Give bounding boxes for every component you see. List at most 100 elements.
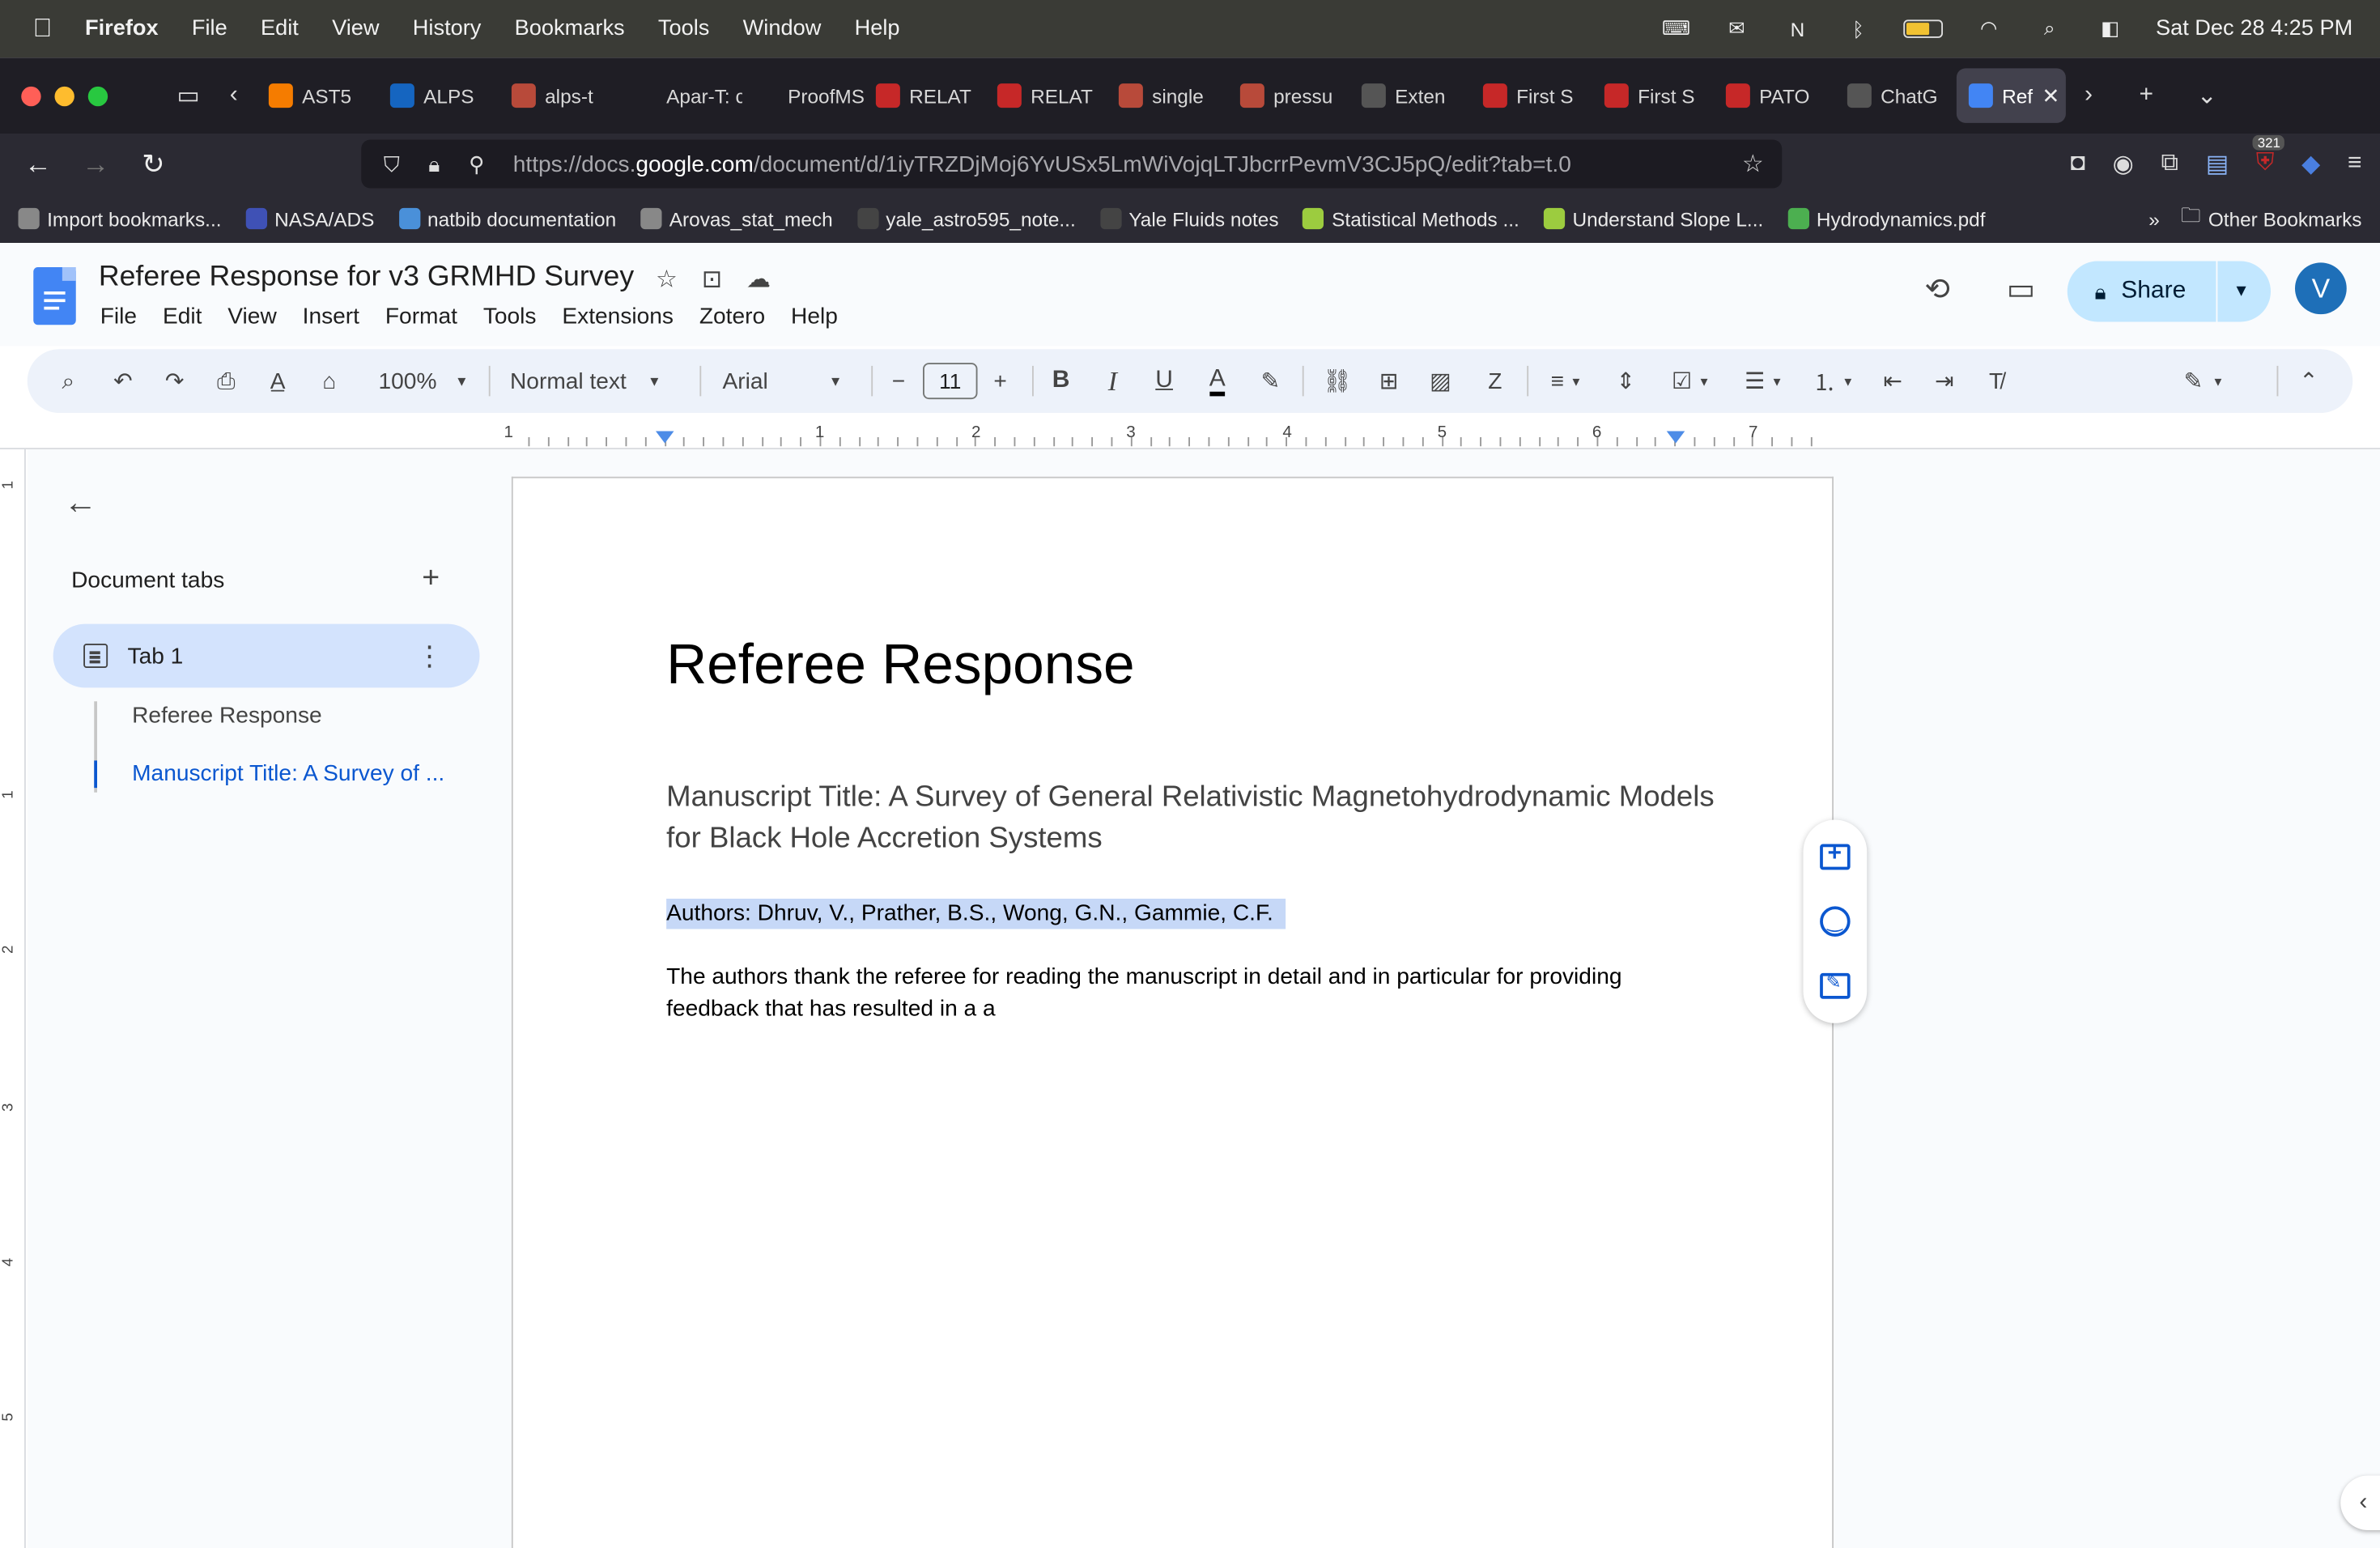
menu-view[interactable]: View bbox=[332, 17, 379, 41]
browser-tab[interactable]: ChatG bbox=[1835, 68, 1957, 123]
right-indent-marker[interactable] bbox=[1666, 431, 1685, 444]
cloud-saved-icon[interactable]: ☁ bbox=[746, 264, 771, 295]
zotero-insert-icon[interactable]: Z bbox=[1478, 349, 1511, 413]
browser-tab[interactable]: single bbox=[1107, 68, 1228, 123]
notion-icon[interactable]: N bbox=[1783, 17, 1813, 41]
decrease-font-size-button[interactable]: − bbox=[882, 349, 915, 413]
control-center-icon[interactable]: ◧ bbox=[2095, 17, 2126, 41]
increase-indent-icon[interactable]: ⇥ bbox=[1927, 349, 1961, 413]
docs-menu-edit[interactable]: Edit bbox=[163, 304, 202, 330]
browser-tab[interactable]: Apar-T: cc bbox=[621, 68, 742, 123]
bold-button[interactable]: B bbox=[1044, 349, 1077, 413]
insert-image-icon[interactable]: ▨ bbox=[1424, 349, 1457, 413]
close-window-button[interactable] bbox=[21, 85, 41, 106]
paint-format-icon[interactable]: ⌂ bbox=[312, 349, 346, 413]
font-size-input[interactable]: 11 bbox=[923, 363, 978, 400]
minimize-window-button[interactable] bbox=[54, 85, 74, 106]
browser-tab[interactable]: Exten bbox=[1349, 68, 1471, 123]
bookmark-item[interactable]: Understand Slope L... bbox=[1543, 207, 1763, 230]
browser-tab[interactable]: RELAT bbox=[864, 68, 985, 123]
battery-icon[interactable] bbox=[1903, 19, 1944, 38]
pocket-icon[interactable]: ◘ bbox=[2071, 151, 2085, 178]
bookmark-item[interactable]: NASA/ADS bbox=[245, 207, 374, 230]
zotero-connector-icon[interactable]: ◆ bbox=[2301, 149, 2320, 180]
insert-link-icon[interactable]: ⛓ bbox=[1320, 349, 1354, 413]
browser-tab[interactable]: pressu bbox=[1228, 68, 1349, 123]
document-title[interactable]: Referee Response for v3 GRMHD Survey bbox=[99, 262, 634, 295]
address-bar[interactable]: ⛉ 🔒︎ ⚲ https://docs.google.com/document/… bbox=[361, 139, 1783, 189]
editing-mode-icon[interactable]: ✎ ▼ bbox=[2174, 349, 2234, 413]
italic-button[interactable]: I bbox=[1096, 349, 1129, 413]
share-button[interactable]: 🔒︎ Share ▼ bbox=[2067, 261, 2271, 322]
menu-window[interactable]: Window bbox=[743, 17, 822, 41]
bookmark-item[interactable]: Arovas_stat_mech bbox=[640, 207, 833, 230]
new-tab-icon[interactable]: + bbox=[2123, 82, 2169, 109]
browser-tab[interactable]: alps-t bbox=[499, 68, 621, 123]
bookmark-item[interactable]: yale_astro595_note... bbox=[856, 207, 1076, 230]
menu-tools[interactable]: Tools bbox=[658, 17, 709, 41]
close-outline-icon[interactable]: ← bbox=[64, 483, 97, 522]
docs-menu-tools[interactable]: Tools bbox=[483, 304, 537, 330]
underline-button[interactable]: U bbox=[1148, 349, 1181, 413]
print-icon[interactable]: ⎙ bbox=[210, 349, 243, 413]
bookmark-item[interactable]: Import bookmarks... bbox=[18, 207, 222, 230]
menu-file[interactable]: File bbox=[192, 17, 227, 41]
bulleted-list-icon[interactable]: ☰ ▼ bbox=[1733, 349, 1794, 413]
wifi-icon[interactable]: ◠ bbox=[1974, 17, 2004, 41]
undo-icon[interactable]: ↶ bbox=[106, 349, 139, 413]
menu-edit[interactable]: Edit bbox=[261, 17, 299, 41]
extensions-icon[interactable]: ⧉ bbox=[2161, 151, 2178, 178]
zoom-select[interactable]: 100% ▼ bbox=[371, 349, 477, 413]
browser-tab[interactable]: RELAT bbox=[985, 68, 1107, 123]
browser-tab[interactable]: ProofMS.p bbox=[742, 68, 864, 123]
browser-tab[interactable]: First S bbox=[1592, 68, 1714, 123]
reload-icon[interactable]: ↻ bbox=[125, 148, 182, 180]
other-bookmarks-folder[interactable]: 🗀︎ Other Bookmarks bbox=[2181, 202, 2361, 235]
bookmark-star-icon[interactable]: ☆ bbox=[1742, 149, 1764, 180]
url-text[interactable]: https://docs.google.com/document/d/1iyTR… bbox=[513, 151, 1571, 177]
align-select-icon[interactable]: ≡ ▼ bbox=[1539, 349, 1594, 413]
hamburger-menu-icon[interactable]: ≡ bbox=[2348, 151, 2362, 178]
document-tab-1[interactable]: Tab 1 ⋮ bbox=[53, 623, 480, 688]
apple-icon[interactable]:  bbox=[0, 14, 85, 45]
left-indent-marker[interactable] bbox=[656, 431, 674, 444]
menu-bar-clock[interactable]: Sat Dec 28 4:25 PM bbox=[2156, 17, 2352, 41]
more-bookmarks-icon[interactable]: » bbox=[2148, 207, 2160, 230]
browser-tab[interactable]: PATO bbox=[1714, 68, 1835, 123]
app-menu[interactable]: Firefox bbox=[85, 17, 159, 41]
docs-extension-icon[interactable]: ▤ bbox=[2206, 149, 2229, 180]
document-heading[interactable]: Referee Response bbox=[666, 633, 1134, 697]
docs-menu-insert[interactable]: Insert bbox=[303, 304, 359, 330]
account-avatar[interactable]: V bbox=[2295, 262, 2347, 315]
permissions-icon[interactable]: ⚲ bbox=[456, 151, 499, 177]
menu-history[interactable]: History bbox=[413, 17, 482, 41]
font-family-select[interactable]: Arial ▼ bbox=[723, 349, 860, 413]
add-comment-icon[interactable] bbox=[1817, 838, 1853, 874]
scroll-tabs-left-icon[interactable]: ‹ bbox=[211, 82, 257, 109]
browser-tab[interactable]: First S bbox=[1471, 68, 1592, 123]
google-docs-logo-icon[interactable] bbox=[33, 267, 76, 325]
text-color-button[interactable]: A bbox=[1199, 349, 1235, 413]
checklist-icon[interactable]: ☑ ▼ bbox=[1660, 349, 1721, 413]
horizontal-ruler[interactable]: 11234567 bbox=[0, 415, 2380, 449]
decrease-indent-icon[interactable]: ⇤ bbox=[1876, 349, 1910, 413]
outline-item-manuscript-title[interactable]: Manuscript Title: A Survey of ... bbox=[132, 760, 444, 786]
body-paragraph[interactable]: The authors thank the referee for readin… bbox=[666, 961, 1714, 1025]
bookmark-item[interactable]: Hydrodynamics.pdf bbox=[1787, 207, 1986, 230]
fullscreen-window-button[interactable] bbox=[87, 85, 108, 106]
scroll-tabs-right-icon[interactable]: › bbox=[2066, 82, 2111, 109]
bookmark-item[interactable]: Yale Fluids notes bbox=[1099, 207, 1279, 230]
menu-bookmarks[interactable]: Bookmarks bbox=[515, 17, 625, 41]
tracking-protection-icon[interactable]: ⛉ bbox=[371, 151, 414, 177]
docs-menu-file[interactable]: File bbox=[100, 304, 137, 330]
version-history-icon[interactable]: ⟲ bbox=[1925, 270, 1950, 308]
bookmark-item[interactable]: Statistical Methods ... bbox=[1303, 207, 1519, 230]
docs-menu-format[interactable]: Format bbox=[385, 304, 457, 330]
hide-menus-icon[interactable]: ⌃ bbox=[2292, 349, 2325, 413]
bookmark-item[interactable]: natbib documentation bbox=[398, 207, 616, 230]
profile-icon[interactable]: ◉ bbox=[2113, 149, 2134, 180]
comments-icon[interactable]: ▭ bbox=[2007, 270, 2035, 308]
lock-icon[interactable]: 🔒︎ bbox=[413, 151, 456, 177]
move-folder-icon[interactable]: ⊡ bbox=[702, 264, 722, 295]
search-menus-icon[interactable]: ⌕ bbox=[52, 349, 85, 413]
